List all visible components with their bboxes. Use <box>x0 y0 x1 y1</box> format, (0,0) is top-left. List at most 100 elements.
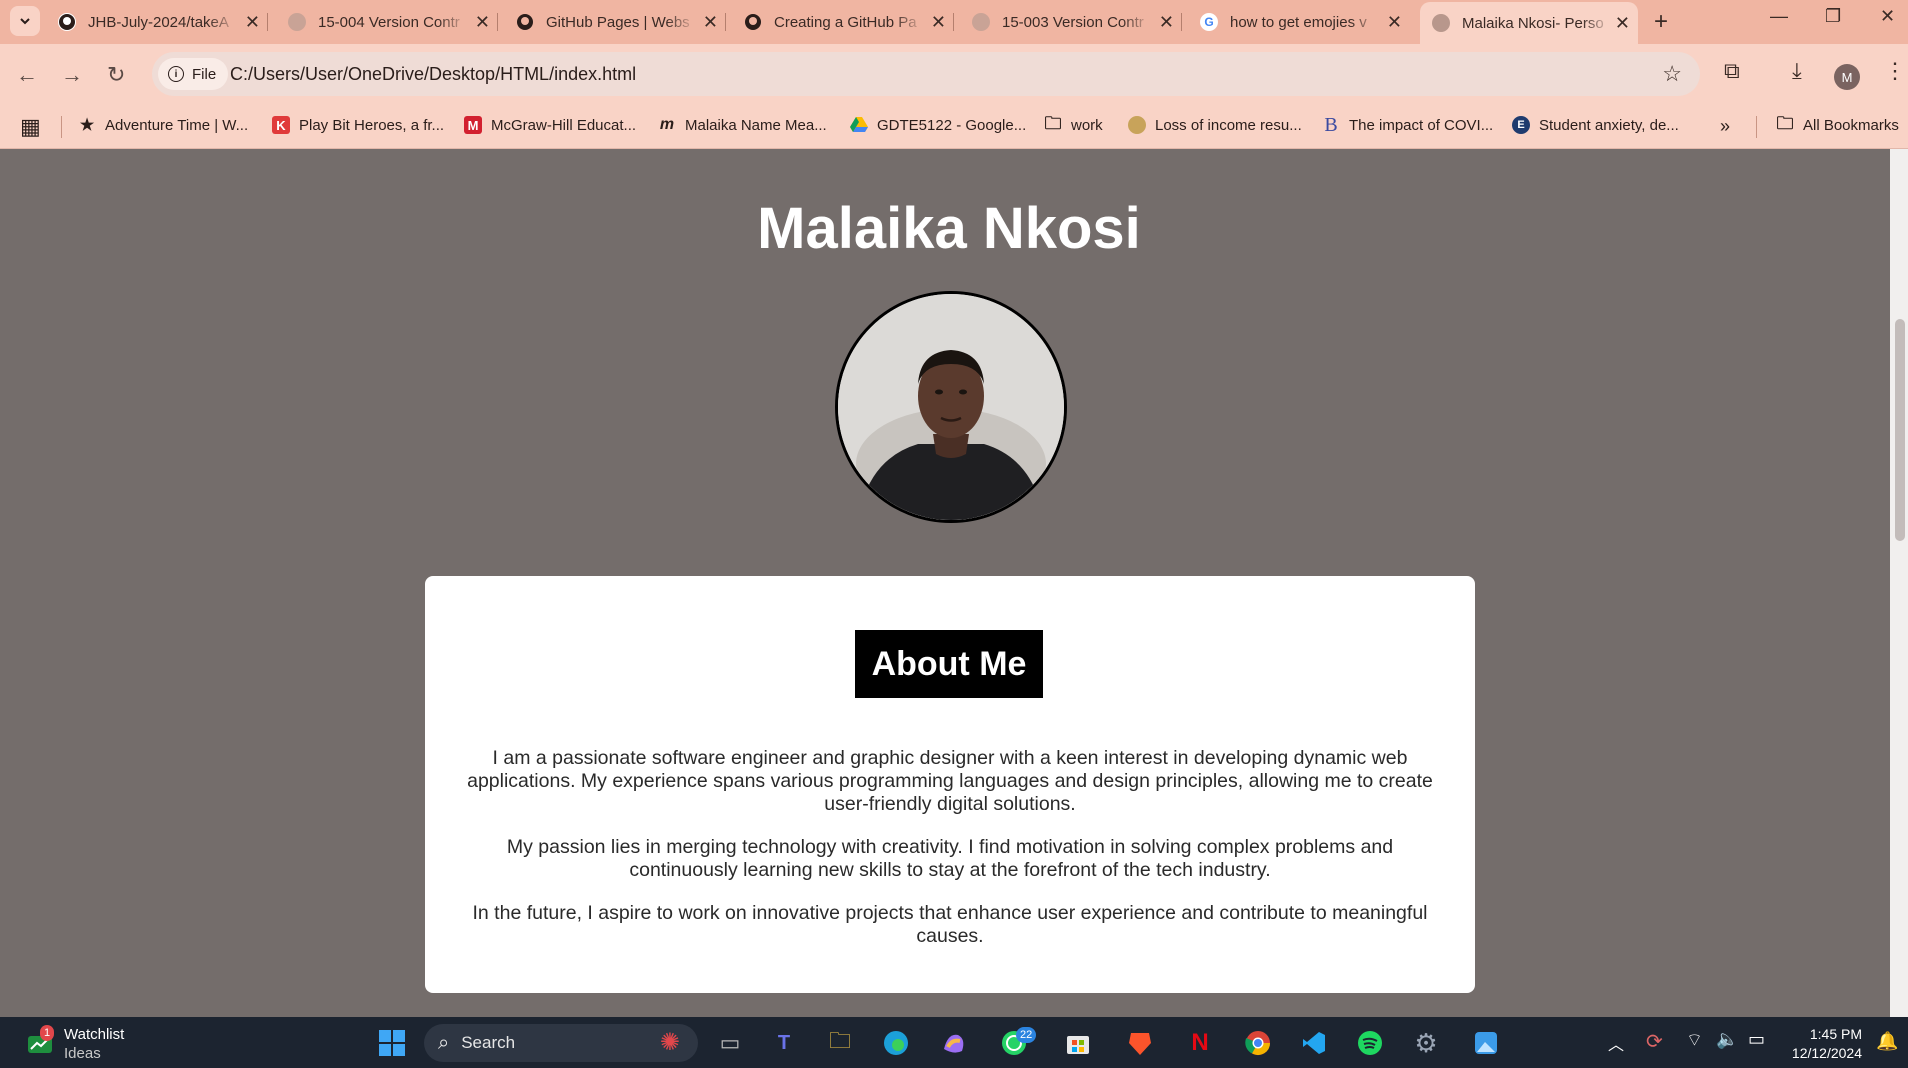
tab-title: GitHub Pages | Webs <box>546 13 690 31</box>
new-tab-plus-icon[interactable]: + <box>1654 8 1668 36</box>
minimize-icon[interactable]: — <box>1770 6 1788 27</box>
bookmark-label: McGraw-Hill Educat... <box>491 116 637 134</box>
scrollbar[interactable] <box>1890 149 1908 1017</box>
close-icon[interactable]: ✕ <box>245 12 260 33</box>
browser-tab[interactable]: 15-004 Version Contr ✕ <box>288 4 498 40</box>
apps-grid-icon[interactable]: ▦ <box>20 114 41 140</box>
tab-divider <box>725 13 726 31</box>
bookmark-star-icon[interactable]: ☆ <box>1662 61 1682 87</box>
sync-icon[interactable]: ⟳ <box>1646 1029 1663 1054</box>
browser-tab-active[interactable]: Malaika Nkosi- Perso ✕ <box>1420 2 1638 44</box>
notification-bell-icon[interactable]: 🔔 <box>1876 1031 1898 1052</box>
scrollbar-thumb[interactable] <box>1895 319 1905 541</box>
chip-label: File <box>192 65 217 83</box>
mcgraw-hill-icon: M <box>464 116 482 134</box>
about-paragraph: I am a passionate software engineer and … <box>467 747 1433 815</box>
bookmark-item[interactable]: 🗀 work <box>1044 114 1103 134</box>
netflix-icon[interactable]: N <box>1182 1025 1218 1061</box>
address-bar[interactable]: i File C:/Users/User/OneDrive/Desktop/HT… <box>152 52 1700 96</box>
bookmark-item[interactable]: E Student anxiety, de... <box>1512 116 1679 134</box>
tab-strip: JHB-July-2024/takeA ✕ 15-004 Version Con… <box>0 0 1908 44</box>
teams-icon[interactable]: T <box>766 1025 802 1061</box>
about-paragraph: My passion lies in merging technology wi… <box>506 836 1394 881</box>
browser-tab[interactable]: Creating a GitHub Pa ✕ <box>744 4 954 40</box>
url-text[interactable]: C:/Users/User/OneDrive/Desktop/HTML/inde… <box>230 64 636 85</box>
photos-icon[interactable] <box>1468 1025 1504 1061</box>
bookmark-item[interactable]: GDTE5122 - Google... <box>850 116 1026 134</box>
file-explorer-icon[interactable]: 🗀 <box>822 1025 858 1061</box>
google-drive-icon <box>850 116 868 134</box>
tab-divider <box>1181 13 1182 31</box>
vscode-icon[interactable] <box>1296 1025 1332 1061</box>
bookmark-label: work <box>1071 116 1103 134</box>
extensions-icon[interactable]: ⧉ <box>1724 58 1740 84</box>
e-circle-icon: E <box>1512 116 1530 134</box>
bookmark-item[interactable]: K Play Bit Heroes, a fr... <box>272 116 444 134</box>
folder-icon: 🗀 <box>1776 113 1794 133</box>
tab-search-button[interactable] <box>10 6 40 36</box>
tab-title: 15-004 Version Contr <box>318 13 460 31</box>
settings-gear-icon[interactable]: ⚙ <box>1408 1025 1444 1061</box>
page-title: Malaika Nkosi <box>757 196 1141 261</box>
microsoft-store-icon[interactable] <box>1060 1025 1096 1061</box>
close-icon[interactable]: ✕ <box>931 12 946 33</box>
close-icon[interactable]: ✕ <box>1615 13 1630 34</box>
bookmark-item[interactable]: M McGraw-Hill Educat... <box>464 116 636 134</box>
browser-tab[interactable]: 15-003 Version Contr ✕ <box>972 4 1182 40</box>
browser-tab[interactable]: G how to get emojies v ✕ <box>1200 4 1410 40</box>
google-icon: G <box>1200 13 1218 31</box>
system-clock[interactable]: 1:45 PM 12/12/2024 <box>1792 1025 1862 1063</box>
close-icon[interactable]: ✕ <box>1159 12 1174 33</box>
reload-icon[interactable]: ↻ <box>107 62 125 88</box>
chevron-down-icon <box>20 18 30 25</box>
bookmark-label: GDTE5122 - Google... <box>877 116 1027 134</box>
profile-avatar[interactable]: M <box>1834 64 1860 90</box>
bookmark-label: Adventure Time | W... <box>105 116 249 134</box>
wifi-icon[interactable]: ⌔ <box>1686 1029 1703 1052</box>
menu-kebab-icon[interactable]: ⋮ <box>1884 58 1906 84</box>
edge-icon[interactable] <box>878 1025 914 1061</box>
volume-icon[interactable]: 🔈 <box>1716 1029 1738 1050</box>
site-info-chip[interactable]: i File <box>158 58 229 90</box>
forward-arrow-icon[interactable]: → <box>61 62 83 88</box>
bookmark-item[interactable]: ★ Adventure Time | W... <box>78 116 249 135</box>
restore-icon[interactable]: ❐ <box>1825 6 1841 27</box>
battery-icon[interactable]: ▭ <box>1748 1029 1765 1050</box>
close-window-icon[interactable]: ✕ <box>1880 6 1895 27</box>
tab-divider <box>267 13 268 31</box>
search-highlight-flower-icon: ✺ <box>659 1029 680 1056</box>
back-arrow-icon[interactable]: ← <box>16 62 38 88</box>
all-bookmarks-button[interactable]: 🗀 All Bookmarks <box>1776 113 1899 134</box>
tab-title: 15-003 Version Contr <box>1002 13 1144 31</box>
person-portrait-icon <box>838 294 1064 520</box>
bookmark-item[interactable]: B The impact of COVI... <box>1322 114 1493 136</box>
bookmark-label: Malaika Name Mea... <box>685 116 827 134</box>
spotify-icon[interactable] <box>1352 1025 1388 1061</box>
more-bookmarks-chevron-icon[interactable]: » <box>1720 116 1730 137</box>
crest-icon <box>1128 116 1146 134</box>
divider <box>61 116 62 138</box>
chrome-icon[interactable] <box>1240 1025 1276 1061</box>
browser-tab[interactable]: GitHub Pages | Webs ✕ <box>516 4 726 40</box>
browser-tab[interactable]: JHB-July-2024/takeA ✕ <box>58 4 268 40</box>
close-icon[interactable]: ✕ <box>475 12 490 33</box>
download-icon[interactable]: ⤓ <box>1792 58 1802 84</box>
github-icon <box>744 13 762 31</box>
about-card: About Me I am a passionate software engi… <box>425 576 1475 993</box>
tab-divider <box>497 13 498 31</box>
tab-title: Malaika Nkosi- Perso <box>1462 14 1604 32</box>
m-script-icon: m <box>659 116 675 133</box>
chevron-up-icon[interactable]: ︿ <box>1608 1031 1624 1055</box>
browser-toolbar: ← → ↻ i File C:/Users/User/OneDrive/Desk… <box>0 44 1908 106</box>
windows-start-icon[interactable] <box>374 1025 410 1061</box>
copilot-icon[interactable] <box>936 1025 972 1061</box>
bookmark-item[interactable]: m Malaika Name Mea... <box>658 116 827 134</box>
close-icon[interactable]: ✕ <box>703 12 718 33</box>
watchlist-widget[interactable]: Watchlist Ideas <box>64 1025 124 1063</box>
task-view-icon[interactable]: ▭ <box>712 1025 748 1061</box>
bookmark-item[interactable]: Loss of income resu... <box>1128 116 1302 134</box>
close-icon[interactable]: ✕ <box>1387 12 1402 33</box>
notification-badge: 1 <box>40 1025 55 1041</box>
taskbar-search[interactable]: ⌕ Search ✺ <box>424 1024 698 1062</box>
brave-icon[interactable] <box>1122 1025 1158 1061</box>
